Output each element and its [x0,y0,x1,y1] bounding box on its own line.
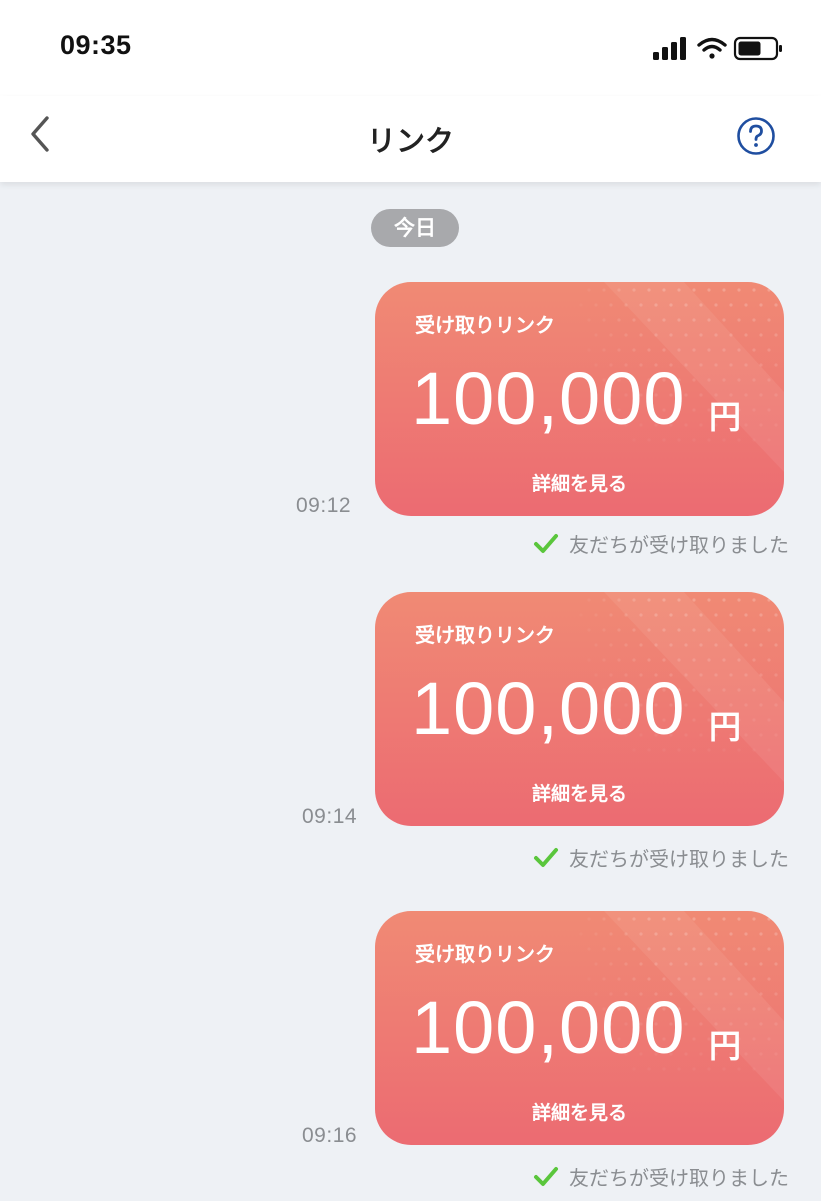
message-item: 09:12 受け取りリンク 100,000 円 詳細を見る 友だちが受け取りまし… [0,282,821,572]
message-item: 09:16 受け取りリンク 100,000 円 詳細を見る 友だちが受け取りまし… [0,911,821,1201]
chat-area[interactable]: 今日 09:12 受け取りリンク 100,000 円 詳細を見る 友だちが受け取… [0,182,821,1200]
check-icon [534,534,558,553]
card-currency: 円 [709,398,742,436]
receipt-text: 友だちが受け取りました [569,532,789,557]
message-item: 09:14 受け取りリンク 100,000 円 詳細を見る 友だちが受け取りまし… [0,592,821,882]
receipt-status: 友だちが受け取りました [533,842,789,872]
receive-link-card[interactable]: 受け取りリンク 100,000 円 詳細を見る [375,911,784,1145]
wifi-icon [697,37,727,59]
card-label: 受け取りリンク [415,942,555,966]
check-icon [534,848,558,867]
battery-icon [733,36,782,61]
message-time: 09:12 [296,494,352,517]
card-currency: 円 [709,708,742,746]
signal-icon [653,37,686,60]
receipt-text: 友だちが受け取りました [569,846,789,871]
receive-link-card[interactable]: 受け取りリンク 100,000 円 詳細を見る [375,592,784,826]
receive-link-card[interactable]: 受け取りリンク 100,000 円 詳細を見る [375,282,784,516]
card-amount: 100,000 [411,357,686,440]
view-details-link[interactable]: 詳細を見る [375,469,784,496]
receipt-text: 友だちが受け取りました [569,1165,789,1190]
status-time: 09:35 [60,30,132,60]
help-circle-icon [737,117,775,155]
status-bar: 09:35 [0,0,821,96]
card-currency: 円 [709,1027,742,1065]
card-label: 受け取りリンク [415,623,555,647]
view-details-link[interactable]: 詳細を見る [375,779,784,806]
date-separator: 今日 [371,209,459,247]
message-time: 09:16 [302,1124,358,1147]
receipt-status: 友だちが受け取りました [533,1161,789,1191]
message-time: 09:14 [302,805,358,828]
receipt-status: 友だちが受け取りました [533,528,789,558]
card-label: 受け取りリンク [415,313,555,337]
check-icon [534,1167,558,1186]
card-amount: 100,000 [411,986,686,1069]
navigation-bar: リンク [0,96,821,182]
status-icons [647,34,787,64]
page-title: リンク [366,124,454,158]
help-button[interactable] [736,116,776,156]
view-details-link[interactable]: 詳細を見る [375,1098,784,1125]
card-amount: 100,000 [411,667,686,750]
